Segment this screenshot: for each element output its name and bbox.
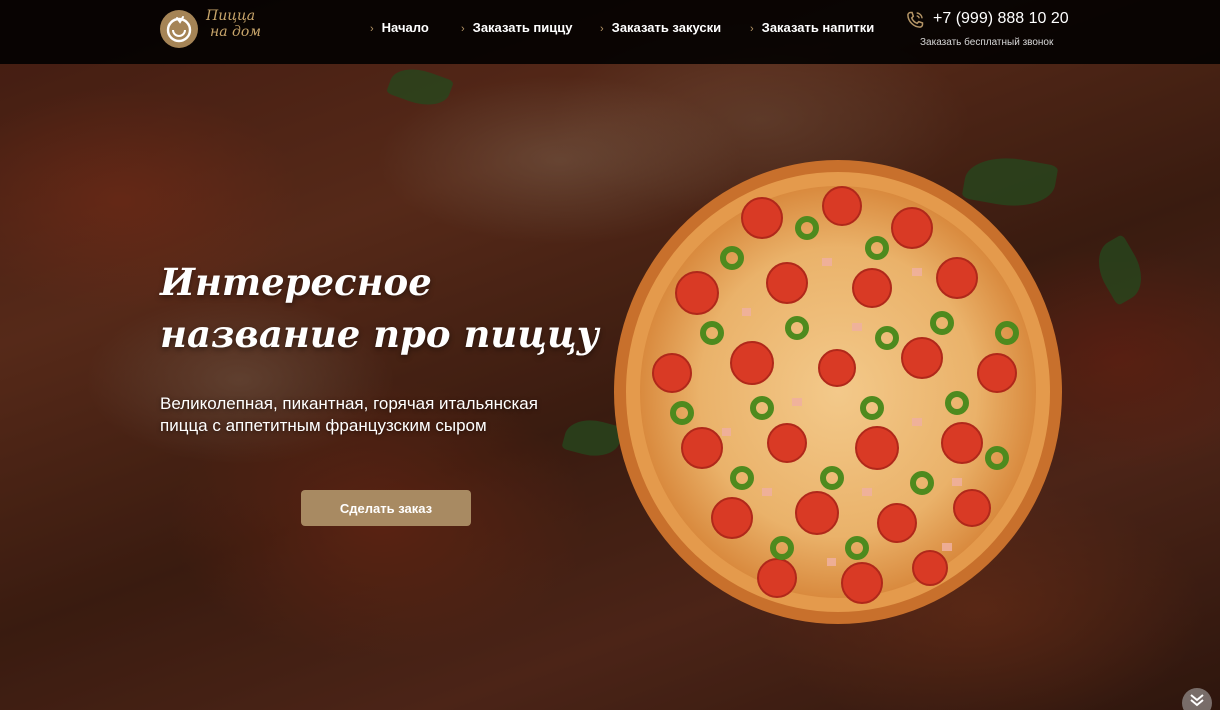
phone-icon <box>907 11 924 28</box>
request-callback-link[interactable]: Заказать бесплатный звонок <box>920 37 1053 48</box>
logo-line-2: на дом <box>210 24 261 40</box>
place-order-button[interactable]: Сделать заказ <box>301 490 471 526</box>
basil-leaf-decoration <box>1087 234 1153 306</box>
chevron-right-icon: › <box>600 23 604 35</box>
pizza-image <box>614 160 1062 624</box>
nav-item-order-drinks[interactable]: › Заказать напитки <box>750 20 874 38</box>
logo-line-1: Пицца <box>206 8 256 24</box>
double-chevron-down-icon <box>1190 694 1204 707</box>
chevron-right-icon: › <box>370 23 374 35</box>
logo-icon[interactable] <box>160 10 198 48</box>
nav-item-order-pizza[interactable]: › Заказать пиццу <box>461 20 573 38</box>
logo-text[interactable]: Пицца на дом <box>206 8 276 40</box>
chevron-right-icon: › <box>461 23 465 35</box>
nav-item-home[interactable]: › Начало <box>370 20 429 38</box>
nav-item-order-snacks[interactable]: › Заказать закуски <box>600 20 721 38</box>
hero-title: Интересное название про пиццу <box>160 260 599 356</box>
phone-number[interactable]: +7 (999) 888 10 20 <box>933 10 1069 28</box>
basil-leaf-decoration <box>385 60 455 114</box>
hero-subtitle: Великолепная, пикантная, горячая итальян… <box>160 394 538 435</box>
chevron-right-icon: › <box>750 23 754 35</box>
site-header: Пицца на дом › Начало › Заказать пиццу › За… <box>0 0 1220 64</box>
scroll-down-button[interactable] <box>1182 688 1212 710</box>
